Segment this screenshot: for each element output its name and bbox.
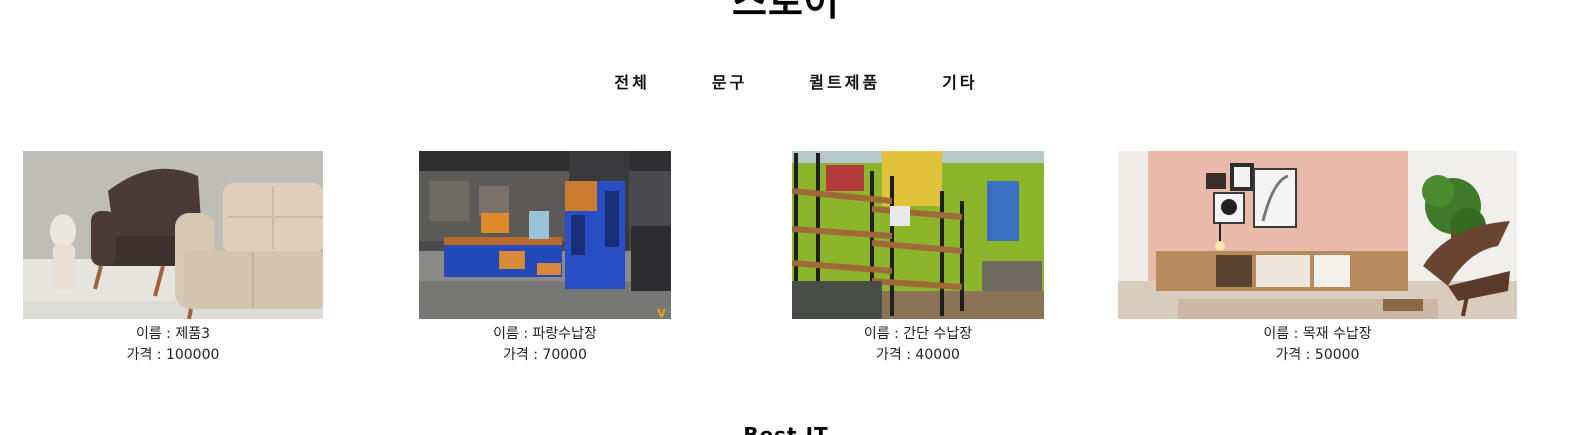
tab-all[interactable]: 전체: [614, 72, 649, 94]
product-card[interactable]: 이름 : 목재 수납장 가격 : 50000: [1118, 151, 1517, 366]
product-image-blue-storage[interactable]: v: [419, 151, 671, 319]
product-price: 가격 : 40000: [876, 347, 960, 363]
tab-etc[interactable]: 기타: [942, 72, 977, 94]
product-price: 가격 : 70000: [503, 347, 587, 363]
product-card[interactable]: v 이름 : 파랑수납장 가격 : 70000: [419, 151, 671, 366]
tab-quilt[interactable]: 퀼트제품: [809, 72, 880, 94]
product-price: 가격 : 100000: [126, 347, 220, 363]
product-card[interactable]: 이름 : 간단 수납장 가격 : 40000: [792, 151, 1044, 366]
product-name: 이름 : 목재 수납장: [1263, 326, 1372, 342]
product-name: 이름 : 파랑수납장: [493, 326, 597, 342]
product-name: 이름 : 제품3: [135, 326, 211, 342]
product-image-wooden-cabinet[interactable]: [1118, 151, 1517, 319]
product-price: 가격 : 50000: [1275, 347, 1360, 363]
product-image-sofa[interactable]: [23, 151, 323, 319]
product-card[interactable]: 이름 : 제품3 가격 : 100000: [23, 151, 323, 366]
svg-text:v: v: [657, 305, 666, 319]
category-nav: 전체 문구 퀼트제품 기타: [0, 72, 1572, 94]
page-title: 스토어: [732, 0, 840, 24]
tab-stationery[interactable]: 문구: [712, 72, 747, 94]
store-page: 스토어 전체 문구 퀼트제품 기타 이름: 제품3 가격: 100000 v…: [0, 0, 1572, 435]
product-image-metal-shelf[interactable]: [792, 151, 1044, 319]
product-name: 이름 : 간단 수납장: [863, 326, 973, 342]
section-title: Best IT: [743, 423, 829, 435]
